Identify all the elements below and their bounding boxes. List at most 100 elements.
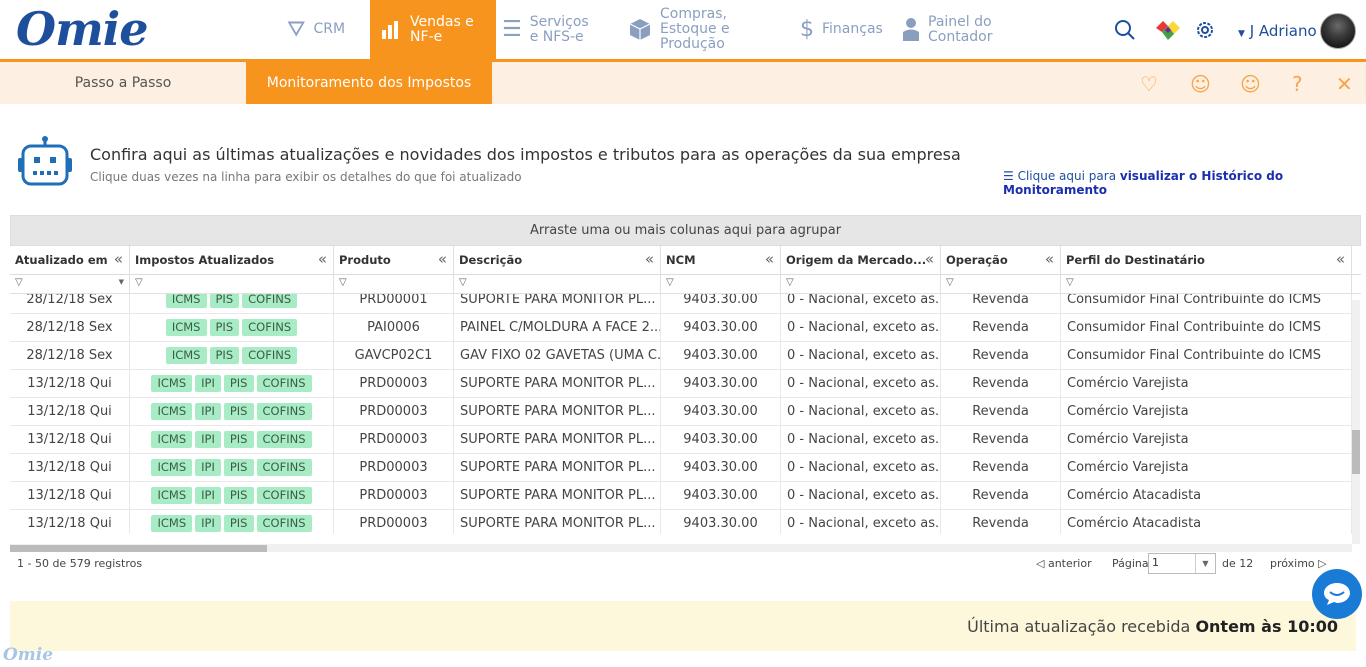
cell-perfil: Comércio Varejista bbox=[1061, 370, 1352, 398]
table-row[interactable]: 13/12/18 Qui ICMS IPI PIS COFINS PRD00003 SUPO… bbox=[10, 482, 1352, 510]
column-header-label: Origem da Mercado... bbox=[786, 253, 927, 267]
cell-date: 13/12/18 Qui bbox=[10, 510, 130, 534]
nav-painel[interactable]: Painel do Contador bbox=[902, 0, 1002, 59]
list-icon: ☰ bbox=[502, 17, 522, 42]
column-filter-ncm[interactable]: ▽ bbox=[661, 275, 781, 294]
column-filter-produto[interactable]: ▽ bbox=[334, 275, 454, 294]
nav-compras[interactable]: Compras, Estoque e Produção bbox=[628, 0, 788, 59]
collapse-column-icon[interactable]: « bbox=[765, 250, 774, 268]
cell-descricao: SUPORTE PARA MONITOR PL... bbox=[454, 398, 661, 426]
table-row[interactable]: 13/12/18 Qui ICMS IPI PIS COFINS PRD00003 SUPO… bbox=[10, 398, 1352, 426]
avatar[interactable] bbox=[1320, 13, 1356, 49]
column-header-produto[interactable]: Produto « bbox=[334, 246, 454, 275]
cell-ncm: 9403.30.00 bbox=[661, 454, 781, 482]
table-row[interactable]: 13/12/18 Qui ICMS IPI PIS COFINS PRD00003 SUPO… bbox=[10, 454, 1352, 482]
collapse-column-icon[interactable]: « bbox=[925, 250, 934, 268]
column-header-label: NCM bbox=[666, 253, 696, 267]
table-row[interactable]: 13/12/18 Qui ICMS IPI PIS COFINS PRD00003 SUPO… bbox=[10, 426, 1352, 454]
table-row[interactable]: 28/12/18 Sex ICMS PIS COFINS PAI0006 PAINEL C… bbox=[10, 314, 1352, 342]
column-filter-taxes[interactable]: ▽ bbox=[130, 275, 334, 294]
filter-icon: ▽ bbox=[1066, 277, 1074, 288]
filter-icon: ▽ bbox=[946, 277, 954, 288]
happy-face-icon[interactable]: ☺ bbox=[1190, 72, 1211, 96]
chevron-down-icon: ▼ bbox=[1195, 554, 1215, 573]
column-filter-origem[interactable]: ▽ bbox=[781, 275, 941, 294]
next-page-button[interactable]: próximo ▷ bbox=[1270, 557, 1327, 570]
group-drop-zone[interactable]: Arraste uma ou mais colunas aqui para ag… bbox=[10, 215, 1361, 246]
collapse-column-icon[interactable]: « bbox=[1045, 250, 1054, 268]
collapse-column-icon[interactable]: « bbox=[645, 250, 654, 268]
prev-page-button[interactable]: ◁ anterior bbox=[1036, 557, 1092, 570]
last-update-banner: Última atualização recebida Ontem às 10:… bbox=[10, 601, 1356, 651]
person-icon bbox=[902, 17, 920, 42]
cell-taxes: ICMS PIS COFINS bbox=[130, 342, 334, 370]
column-filter-operacao[interactable]: ▽ bbox=[941, 275, 1061, 294]
nav-servicos[interactable]: ☰ Serviços e NFS-e bbox=[502, 0, 614, 59]
vertical-scrollbar[interactable] bbox=[1352, 300, 1360, 544]
cell-operacao: Revenda bbox=[941, 398, 1061, 426]
help-icon[interactable]: ? bbox=[1292, 72, 1303, 96]
table-row[interactable]: 13/12/18 Qui ICMS IPI PIS COFINS PRD00003 SUPO… bbox=[10, 510, 1352, 534]
table-row[interactable]: 28/12/18 Sex ICMS PIS COFINS GAVCP02C1 GAV FI… bbox=[10, 342, 1352, 370]
nav-crm[interactable]: ⛛ CRM bbox=[287, 0, 367, 59]
table-row[interactable]: 13/12/18 Qui ICMS IPI PIS COFINS PRD00003 SUPO… bbox=[10, 370, 1352, 398]
page-select[interactable]: 1 ▼ bbox=[1148, 553, 1216, 574]
column-header-date[interactable]: Atualizado em « bbox=[10, 246, 130, 275]
horizontal-scroll-thumb[interactable] bbox=[10, 545, 267, 552]
nav-vendas[interactable]: Vendas e NF-e bbox=[370, 0, 496, 59]
column-header-origem[interactable]: Origem da Mercado... « bbox=[781, 246, 941, 275]
cell-produto: PRD00001 bbox=[334, 294, 454, 314]
column-header-ncm[interactable]: NCM « bbox=[661, 246, 781, 275]
column-filter-descricao[interactable]: ▽ bbox=[454, 275, 661, 294]
cell-perfil: Consumidor Final Contribuinte do ICMS bbox=[1061, 342, 1352, 370]
vertical-scroll-thumb[interactable] bbox=[1352, 430, 1360, 474]
table-row[interactable]: 28/12/18 Sex ICMS PIS COFINS PRD00001 SUPORTE… bbox=[10, 294, 1352, 314]
cell-origem: 0 - Nacional, exceto as... bbox=[781, 342, 941, 370]
tax-badge: ICMS bbox=[151, 459, 193, 476]
column-filter-date[interactable]: ▽ ▼ bbox=[10, 275, 130, 294]
next-label: próximo bbox=[1270, 557, 1315, 570]
collapse-column-icon[interactable]: « bbox=[438, 250, 447, 268]
collapse-column-icon[interactable]: « bbox=[318, 250, 327, 268]
apps-icon[interactable] bbox=[1153, 0, 1183, 59]
tax-badge: COFINS bbox=[256, 431, 312, 448]
tax-badge: IPI bbox=[195, 487, 221, 504]
cell-descricao: SUPORTE PARA MONITOR PL... bbox=[454, 454, 661, 482]
omie-logo[interactable]: Omie bbox=[16, 2, 148, 56]
nav-vendas-label: Vendas e NF-e bbox=[410, 13, 474, 45]
tab-passo-a-passo[interactable]: Passo a Passo bbox=[0, 62, 246, 104]
column-header-operacao[interactable]: Operação « bbox=[941, 246, 1061, 275]
column-header-taxes[interactable]: Impostos Atualizados « bbox=[130, 246, 334, 275]
column-header-perfil[interactable]: Perfil do Destinatário « bbox=[1061, 246, 1352, 275]
neutral-face-icon[interactable]: ☺ bbox=[1240, 72, 1261, 96]
cell-ncm: 9403.30.00 bbox=[661, 398, 781, 426]
collapse-column-icon[interactable]: « bbox=[114, 250, 123, 268]
tax-badge: IPI bbox=[195, 431, 221, 448]
chevron-down-icon[interactable]: ▼ bbox=[119, 278, 124, 286]
cell-date: 28/12/18 Sex bbox=[10, 342, 130, 370]
cell-descricao: GAV FIXO 02 GAVETAS (UMA C... bbox=[454, 342, 661, 370]
cell-ncm: 9403.30.00 bbox=[661, 294, 781, 314]
close-icon[interactable]: ✕ bbox=[1336, 72, 1353, 96]
history-link[interactable]: ☰ Clique aqui para visualizar o Históric… bbox=[1003, 169, 1366, 197]
cell-produto: PRD00003 bbox=[334, 510, 454, 534]
column-filter-perfil[interactable]: ▽ bbox=[1061, 275, 1352, 294]
nav-financas[interactable]: $ Finanças bbox=[800, 0, 890, 59]
cell-perfil: Comércio Atacadista bbox=[1061, 510, 1352, 534]
tax-badge: ICMS bbox=[151, 375, 193, 392]
user-menu[interactable]: ▼ J Adriano bbox=[1238, 22, 1317, 40]
cell-ncm: 9403.30.00 bbox=[661, 482, 781, 510]
collapse-column-icon[interactable]: « bbox=[1336, 250, 1345, 268]
column-header-label: Impostos Atualizados bbox=[135, 253, 275, 267]
gear-icon[interactable] bbox=[1194, 0, 1216, 59]
search-icon[interactable] bbox=[1114, 0, 1136, 59]
cell-operacao: Revenda bbox=[941, 370, 1061, 398]
page-value: 1 bbox=[1152, 556, 1159, 569]
heart-icon[interactable]: ♡ bbox=[1140, 72, 1158, 96]
cell-taxes: ICMS IPI PIS COFINS bbox=[130, 482, 334, 510]
tax-badge: PIS bbox=[209, 319, 240, 336]
cell-descricao: PAINEL C/MOLDURA A FACE 2... bbox=[454, 314, 661, 342]
column-header-descricao[interactable]: Descrição « bbox=[454, 246, 661, 275]
tab-monitoramento[interactable]: Monitoramento dos Impostos bbox=[246, 62, 492, 104]
chat-button[interactable] bbox=[1312, 569, 1362, 619]
